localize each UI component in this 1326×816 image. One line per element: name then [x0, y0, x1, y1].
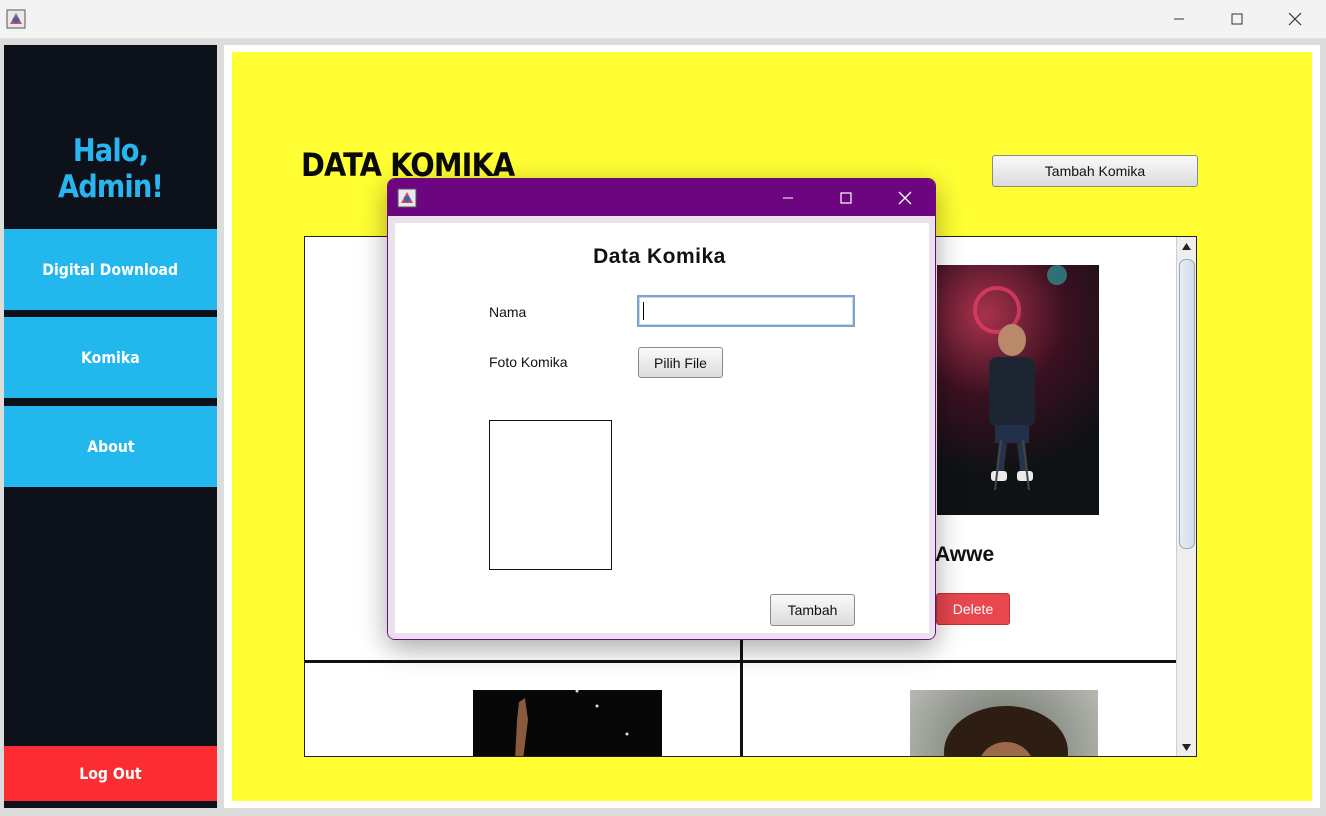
logout-label: Log Out [79, 764, 142, 783]
sidebar-item-label: Digital Download [42, 260, 179, 279]
arrow-down-icon [1182, 743, 1191, 751]
add-komika-button[interactable]: Tambah Komika [992, 155, 1198, 187]
sidebar-item-komika[interactable]: Komika [4, 317, 217, 398]
close-button[interactable] [1266, 0, 1324, 38]
window-titlebar [0, 0, 1326, 39]
vertical-scrollbar[interactable] [1176, 237, 1196, 756]
maximize-icon [840, 191, 852, 204]
komika-photo [937, 265, 1099, 515]
dialog-frame [388, 633, 935, 639]
sidebar-item-label: Komika [81, 348, 140, 367]
dialog-close-button[interactable] [876, 179, 934, 216]
dialog-minimize-button[interactable] [759, 179, 817, 216]
komika-photo [473, 690, 662, 756]
komika-name: Awwe [935, 543, 995, 566]
java-app-icon [397, 188, 417, 208]
logout-button[interactable]: Log Out [4, 746, 217, 801]
nama-label: Nama [489, 304, 527, 320]
close-icon [898, 191, 912, 204]
java-app-icon [6, 9, 26, 29]
person-figure [973, 265, 1067, 491]
minimize-button[interactable] [1150, 0, 1208, 38]
sidebar-item-label: About [86, 437, 135, 456]
dialog-heading: Data Komika [593, 245, 726, 268]
sidebar-item-about[interactable]: About [4, 406, 217, 487]
dialog-titlebar[interactable] [388, 179, 935, 216]
greeting-text: Halo, Admin! [57, 133, 164, 205]
grid-divider [305, 660, 1177, 663]
minimize-icon [783, 197, 793, 198]
minimize-icon [1174, 18, 1184, 20]
pilih-file-button[interactable]: Pilih File [638, 347, 723, 378]
photo-preview [489, 420, 612, 570]
maximize-button[interactable] [1208, 0, 1266, 38]
tambah-button[interactable]: Tambah [770, 594, 855, 626]
dialog-frame [929, 216, 935, 639]
scrollbar-thumb[interactable] [1179, 259, 1195, 549]
scroll-up-button[interactable] [1177, 237, 1196, 255]
performer-silhouette [515, 690, 629, 756]
text-caret [643, 302, 644, 320]
close-icon [1288, 12, 1302, 26]
maximize-icon [1231, 13, 1243, 25]
nama-input[interactable] [637, 295, 855, 327]
komika-photo [910, 690, 1098, 756]
scroll-down-button[interactable] [1177, 738, 1196, 756]
dialog-maximize-button[interactable] [817, 179, 875, 216]
dialog-frame [388, 216, 935, 223]
delete-button[interactable]: Delete [936, 593, 1010, 625]
dialog-frame [388, 216, 395, 639]
person-hair [944, 706, 1068, 756]
arrow-up-icon [1182, 242, 1191, 250]
data-komika-dialog: Data Komika Nama Foto Komika Pilih File … [387, 178, 936, 640]
dialog-body [395, 223, 922, 633]
foto-komika-label: Foto Komika [489, 354, 568, 370]
sidebar-item-digital-download[interactable]: Digital Download [4, 229, 217, 310]
